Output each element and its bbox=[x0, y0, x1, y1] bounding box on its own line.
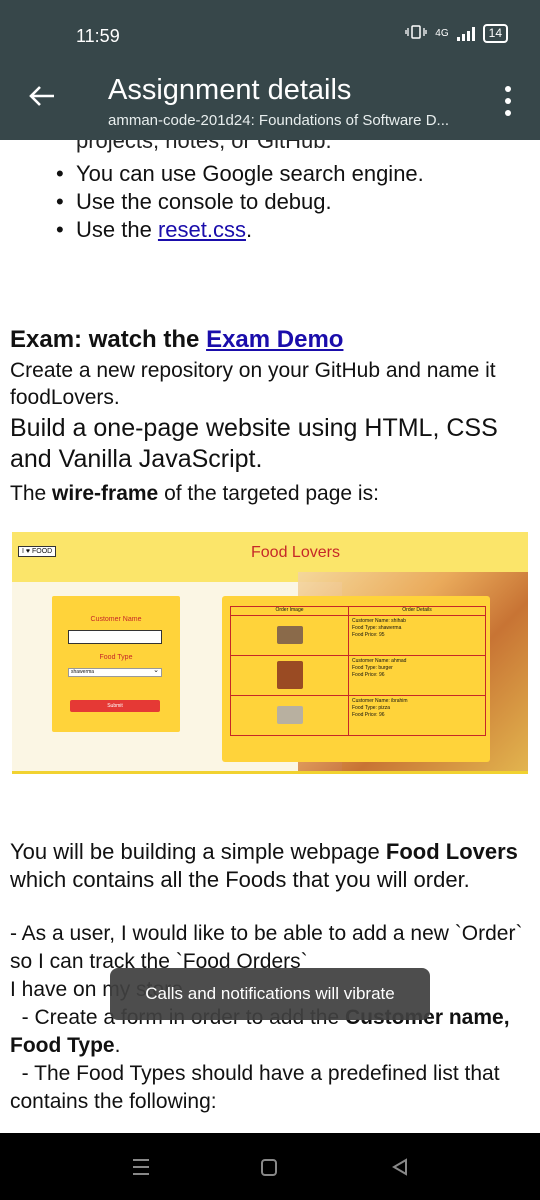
page-subtitle: amman-code-201d24: Foundations of Softwa… bbox=[108, 112, 450, 129]
table-header: Order Details bbox=[348, 606, 486, 616]
table-row: Customer Name: ibrahim Food Type: pizza Fo… bbox=[230, 695, 486, 736]
order-image bbox=[276, 625, 303, 644]
vibrate-icon bbox=[405, 24, 427, 43]
wireframe-form: Customer Name Food Type shawerma Submit bbox=[52, 596, 180, 732]
back-arrow-icon[interactable] bbox=[26, 80, 58, 112]
tools-list: You can use Google search engine. Use th… bbox=[56, 160, 424, 244]
signal-icon bbox=[456, 26, 475, 41]
customer-name-label: Customer Name bbox=[90, 616, 142, 623]
wireframe-title: Food Lovers bbox=[251, 544, 340, 561]
more-options-icon[interactable] bbox=[504, 86, 512, 116]
food-type-select: shawerma bbox=[68, 666, 162, 677]
table-row: Customer Name: ahmad Food Type: burger Foo… bbox=[230, 655, 486, 696]
status-icons: 4G 14 bbox=[405, 24, 508, 43]
paragraph: You will be building a simple webpage Fo… bbox=[10, 839, 518, 892]
exam-heading: Exam: watch the Exam Demo bbox=[10, 326, 344, 353]
submit-button: Submit bbox=[70, 700, 160, 712]
assignment-content[interactable]: projects, notes, or GitHub. You can use … bbox=[0, 140, 540, 1133]
order-image bbox=[276, 705, 303, 724]
home-icon[interactable] bbox=[261, 1159, 277, 1176]
battery-icon: 14 bbox=[482, 24, 508, 43]
app-bar: Assignment details amman-code-201d24: Fo… bbox=[0, 58, 540, 140]
navigation-bar bbox=[0, 1133, 540, 1200]
toast-notification: Calls and notifications will vibrate bbox=[110, 968, 430, 1020]
back-triangle-icon[interactable] bbox=[390, 1157, 410, 1177]
reset-css-link[interactable]: reset.css bbox=[158, 217, 246, 242]
recent-apps-icon[interactable] bbox=[133, 1159, 149, 1175]
list-item: Use the reset.css. bbox=[56, 216, 424, 244]
table-row: Customer Name: shihab Food Type: shawerma… bbox=[230, 615, 486, 656]
status-bar: 11:59 4G 14 bbox=[0, 0, 540, 58]
paragraph: - The Food Types should have a predefine… bbox=[10, 1062, 506, 1113]
table-header: Order Image bbox=[230, 606, 349, 616]
exam-demo-link[interactable]: Exam Demo bbox=[206, 326, 343, 353]
wireframe-logo: I ♥ FOOD bbox=[18, 546, 57, 557]
list-item: Use the console to debug. bbox=[56, 188, 424, 216]
list-item: You can use Google search engine. bbox=[56, 160, 424, 188]
paragraph: The wire-frame of the targeted page is: bbox=[10, 482, 379, 505]
wireframe-image: I ♥ FOOD Food Lovers Customer Name Food … bbox=[12, 532, 528, 774]
customer-name-input bbox=[68, 630, 162, 644]
status-time: 11:59 bbox=[76, 26, 120, 46]
page-title: Assignment details bbox=[108, 74, 352, 106]
food-type-label: Food Type bbox=[99, 654, 133, 661]
paragraph: Build a one-page website using HTML, CSS… bbox=[10, 414, 498, 473]
paragraph: Create a new repository on your GitHub a… bbox=[10, 359, 496, 409]
network-label: 4G bbox=[435, 28, 449, 39]
cut-off-line: projects, notes, or GitHub. bbox=[76, 140, 332, 153]
order-image bbox=[276, 660, 303, 689]
wireframe-orders-table: Order Image Order Details Customer Name:… bbox=[222, 596, 490, 762]
